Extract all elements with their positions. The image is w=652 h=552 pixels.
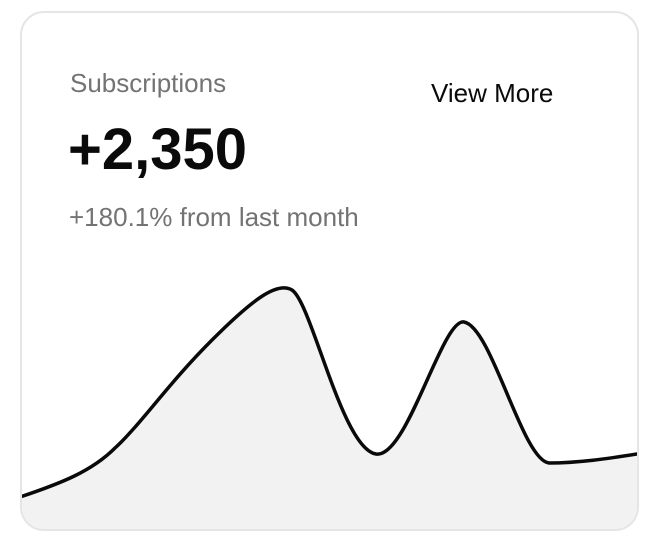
sparkline-chart <box>22 286 637 529</box>
sparkline-area <box>22 287 637 529</box>
subscriptions-card: Subscriptions View More +2,350 +180.1% f… <box>20 11 639 531</box>
